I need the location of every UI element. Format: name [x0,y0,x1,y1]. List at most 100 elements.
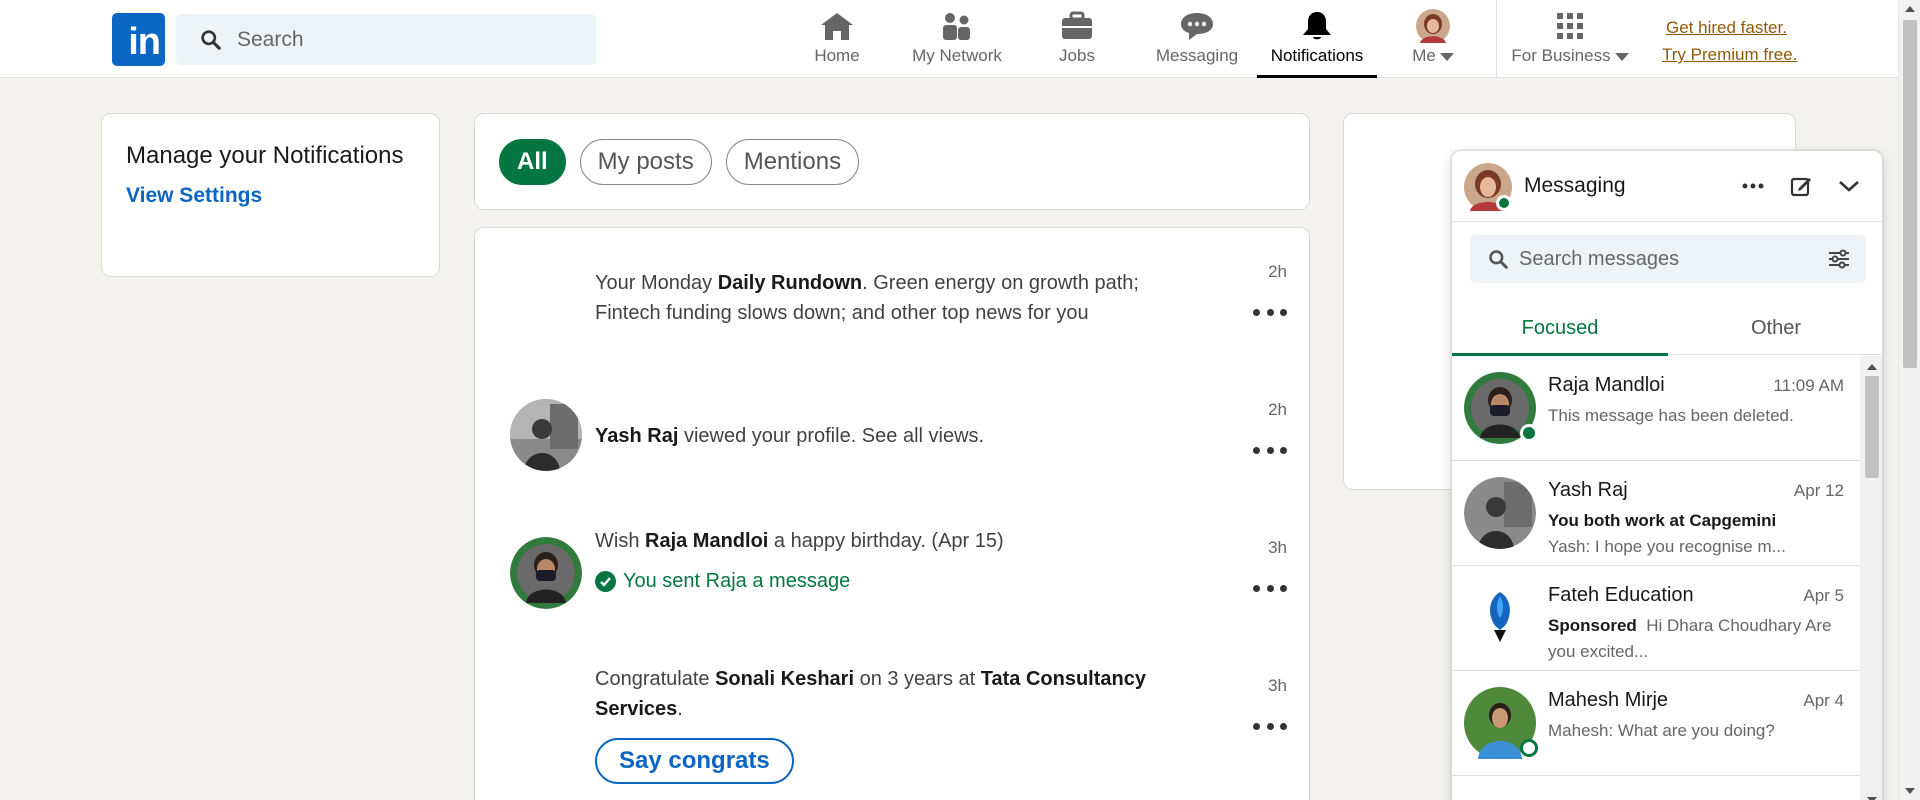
notification-time: 3h [1268,676,1287,695]
conversation-name: Yash Raj [1548,479,1628,501]
nav-jobs[interactable]: Jobs [1040,0,1114,78]
notification-text: Yash Raj viewed your profile. See all vi… [595,425,985,447]
filter-bar: All My posts Mentions [474,113,1310,210]
filter-my-posts[interactable]: My posts [579,138,712,185]
conversation-snippet: Sponsored Hi Dhara Choudhary Are you exc… [1548,616,1832,661]
nav-home[interactable]: Home [800,0,874,78]
notification-item[interactable]: Wish Raja Mandloi a happy birthday. (Apr… [475,503,1311,641]
avatar[interactable] [1464,163,1512,211]
more-options-icon[interactable] [1253,445,1287,455]
conversation-item[interactable]: Fateh Education Apr 5 Sponsored Hi Dhara… [1452,566,1860,671]
search-input[interactable]: Search [176,14,596,65]
scroll-up-arrow[interactable] [1905,6,1915,12]
conversation-date: Apr 12 [1793,481,1844,500]
search-icon [201,30,221,50]
tab-focused[interactable]: Focused [1452,301,1668,356]
search-messages-input[interactable]: Search messages [1470,235,1866,283]
scroll-thumb[interactable] [1865,376,1879,478]
tab-other[interactable]: Other [1668,301,1882,355]
nav-for-business[interactable]: For Business [1510,0,1630,78]
global-nav: in Search Home My Network Jobs Messaging [0,0,1898,78]
messaging-title: Messaging [1524,174,1626,197]
nav-me[interactable]: Me [1396,0,1470,78]
conversation-item[interactable]: Yash Raj Apr 12 You both work at Capgemi… [1452,461,1860,566]
nav-label: Messaging [1155,46,1239,65]
conversation-name: Mahesh Mirje [1548,689,1669,711]
avatar [1464,477,1536,549]
online-status-icon [1520,739,1538,757]
conversation-name: Fateh Education [1548,584,1694,606]
notification-item[interactable]: Congratulate Sonali Keshari on 3 years a… [475,641,1311,800]
notification-item[interactable]: Yash Raj viewed your profile. See all vi… [475,365,1311,503]
nav-label: Jobs [1059,46,1095,65]
conversation-item[interactable]: Raja Mandloi 11:09 AM This message has b… [1452,356,1860,461]
filter-mentions[interactable]: Mentions [725,138,860,185]
message-sent-status: You sent Raja a message [595,566,1195,596]
premium-promo[interactable]: Get hired faster. Try Premium free. [1662,14,1797,68]
search-placeholder: Search messages [1519,247,1680,270]
bell-icon [1300,10,1334,42]
more-options-icon[interactable] [1253,583,1287,593]
more-options-icon[interactable] [1253,721,1287,731]
filter-all[interactable]: All [499,138,566,185]
fateh-education-logo [1464,582,1536,654]
home-icon [819,10,855,42]
notification-time: 2h [1268,400,1287,419]
more-options-icon[interactable] [1738,171,1768,201]
nav-label: Me [1412,46,1454,66]
nav-label: Notifications [1270,46,1364,65]
notifications-feed: Your Monday Daily Rundown. Green energy … [474,227,1310,800]
premium-line[interactable]: Get hired faster. [1662,14,1797,41]
messaging-header[interactable]: Messaging [1452,151,1882,222]
notification-time: 3h [1268,538,1287,557]
scroll-down-arrow[interactable] [1905,788,1915,794]
check-circle-icon [595,570,616,592]
network-icon [940,10,974,42]
linkedin-logo[interactable]: in [112,13,165,66]
avatar[interactable] [510,537,582,609]
conversation-snippet: This message has been deleted. [1548,406,1794,425]
conversation-item[interactable]: Mahesh Mirje Apr 4 Mahesh: What are you … [1452,671,1860,776]
search-icon [1489,250,1508,269]
conversation-list: Raja Mandloi 11:09 AM This message has b… [1452,356,1860,800]
filter-icon[interactable] [1828,249,1850,269]
conversation-date: Apr 5 [1803,586,1844,605]
chevron-down-icon[interactable] [1834,171,1864,201]
more-options-icon[interactable] [1253,307,1287,317]
conversation-scrollbar[interactable] [1860,356,1882,800]
chevron-down-icon [1614,52,1629,61]
chevron-down-icon [1439,52,1454,61]
notification-text: Wish Raja Mandloi a happy birthday. (Apr… [595,526,1195,596]
messaging-overlay: Messaging Search messages Focused Other … [1451,150,1883,800]
messaging-tabs: Focused Other [1452,301,1882,356]
view-settings-link[interactable]: View Settings [126,184,262,208]
notification-time: 2h [1268,262,1287,281]
briefcase-icon [1060,10,1094,42]
nav-my-network[interactable]: My Network [905,0,1009,78]
avatar[interactable] [510,399,582,471]
premium-line[interactable]: Try Premium free. [1662,41,1797,68]
nav-label: For Business [1511,46,1629,66]
conversation-snippet: Mahesh: What are you doing? [1548,721,1775,740]
conversation-snippet: You both work at Capgemini Yash: I hope y… [1548,511,1786,556]
manage-notifications-card: Manage your Notifications View Settings [101,113,440,277]
nav-notifications[interactable]: Notifications [1257,0,1377,78]
notification-text: Congratulate Sonali Keshari on 3 years a… [595,664,1195,784]
compose-icon[interactable] [1786,171,1816,201]
conversation-date: Apr 4 [1803,691,1844,710]
say-congrats-button[interactable]: Say congrats [595,738,794,784]
notification-item[interactable]: Your Monday Daily Rundown. Green energy … [475,228,1311,365]
scroll-up-arrow[interactable] [1867,364,1877,370]
scroll-thumb[interactable] [1903,20,1917,368]
nav-messaging[interactable]: Messaging [1150,0,1244,78]
nav-label: Home [814,46,860,65]
page-scrollbar[interactable] [1898,0,1920,800]
conversation-name: Raja Mandloi [1548,374,1665,396]
chat-icon [1179,10,1215,42]
conversation-date: 11:09 AM [1773,376,1844,395]
grid-icon [1555,10,1585,42]
search-placeholder: Search [237,27,304,51]
online-status-icon [1496,195,1512,211]
nav-label: My Network [912,46,1002,65]
manage-title: Manage your Notifications [126,142,404,169]
